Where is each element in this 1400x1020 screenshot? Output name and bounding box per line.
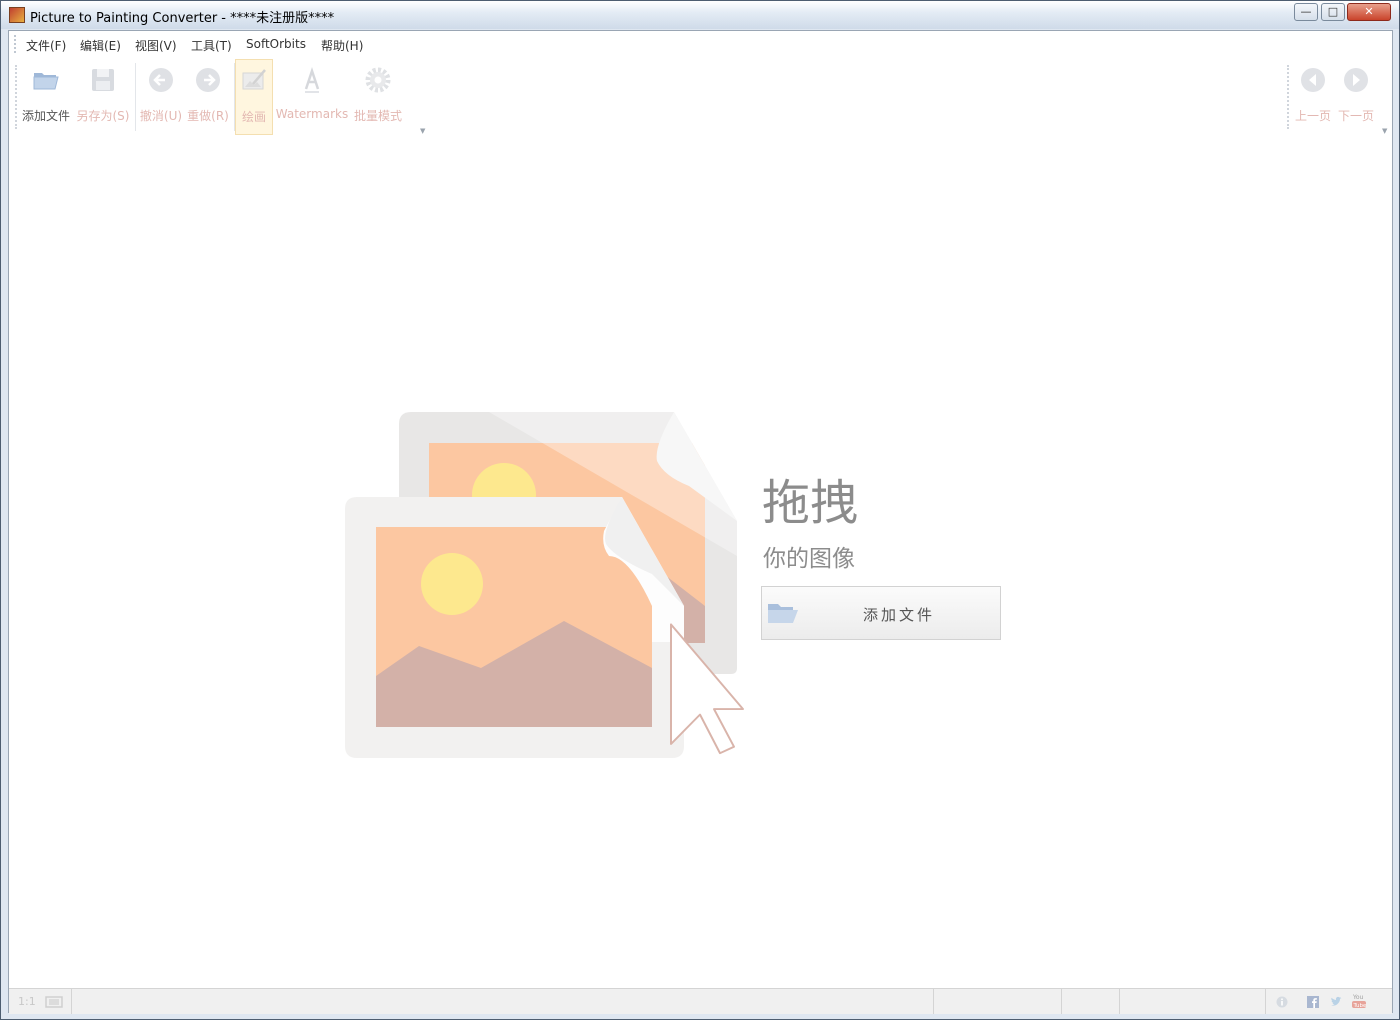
facebook-icon[interactable] bbox=[1307, 996, 1319, 1008]
window-title: Picture to Painting Converter - ****未注册版… bbox=[30, 11, 335, 26]
status-zoom-cell: 1:1 bbox=[9, 989, 72, 1014]
maximize-button[interactable]: □ bbox=[1321, 3, 1345, 21]
client-area: 文件(F) 编辑(E) 视图(V) 工具(T) SoftOrbits 帮助(H)… bbox=[8, 30, 1393, 1014]
zoom-ratio-label[interactable]: 1:1 bbox=[18, 995, 36, 1008]
app-icon[interactable] bbox=[9, 7, 25, 23]
close-button[interactable]: ✕ bbox=[1347, 3, 1391, 21]
status-bar: 1:1 You Tube bbox=[9, 988, 1392, 1014]
info-icon[interactable] bbox=[1276, 996, 1288, 1008]
status-cell bbox=[1061, 989, 1120, 1014]
drop-zone[interactable]: 拖拽 你的图像 添加文件 bbox=[9, 31, 1392, 1012]
add-file-large-button[interactable]: 添加文件 bbox=[761, 586, 1001, 640]
youtube-icon[interactable]: You Tube bbox=[1351, 993, 1367, 1009]
twitter-icon[interactable] bbox=[1330, 996, 1342, 1008]
svg-text:You: You bbox=[1352, 994, 1364, 1001]
fit-screen-icon[interactable] bbox=[45, 996, 63, 1008]
drag-subtitle: 你的图像 bbox=[763, 546, 855, 572]
drag-title: 拖拽 bbox=[762, 475, 859, 531]
add-file-large-label: 添加文件 bbox=[862, 606, 935, 624]
status-cell bbox=[933, 989, 1062, 1014]
drag-images-illustration bbox=[345, 412, 744, 758]
status-cell bbox=[71, 989, 934, 1014]
status-cell bbox=[1119, 989, 1266, 1014]
svg-text:Tube: Tube bbox=[1353, 1003, 1368, 1009]
title-bar[interactable]: Picture to Painting Converter - ****未注册版… bbox=[1, 1, 1399, 29]
app-window: Picture to Painting Converter - ****未注册版… bbox=[0, 0, 1400, 1020]
minimize-button[interactable]: — bbox=[1294, 3, 1318, 21]
